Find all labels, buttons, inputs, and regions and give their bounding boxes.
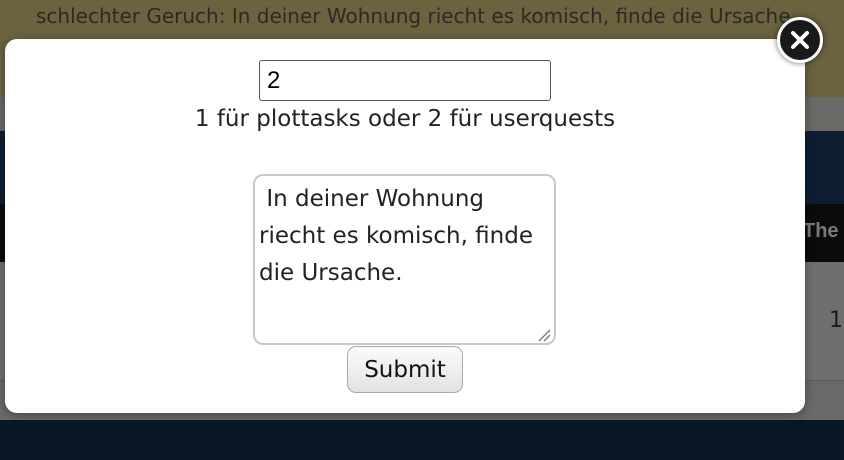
quest-type-hint: 1 für plottasks oder 2 für userquests bbox=[194, 106, 616, 132]
quest-banner-text: schlechter Geruch: In deiner Wohnung rie… bbox=[36, 4, 797, 28]
background-table-header-text: The bbox=[803, 220, 839, 242]
quest-edit-modal: 1 für plottasks oder 2 für userquests In… bbox=[5, 39, 805, 413]
submit-button[interactable]: Submit bbox=[347, 346, 463, 393]
close-button[interactable] bbox=[777, 17, 823, 63]
close-icon bbox=[791, 31, 809, 49]
background-footer bbox=[0, 420, 844, 460]
resize-grip-icon[interactable] bbox=[537, 328, 551, 342]
background-table-cell: 1 bbox=[829, 308, 843, 333]
quest-type-input[interactable] bbox=[259, 60, 551, 101]
quest-description-textarea[interactable]: In deiner Wohnung riecht es komisch, fin… bbox=[253, 174, 556, 345]
